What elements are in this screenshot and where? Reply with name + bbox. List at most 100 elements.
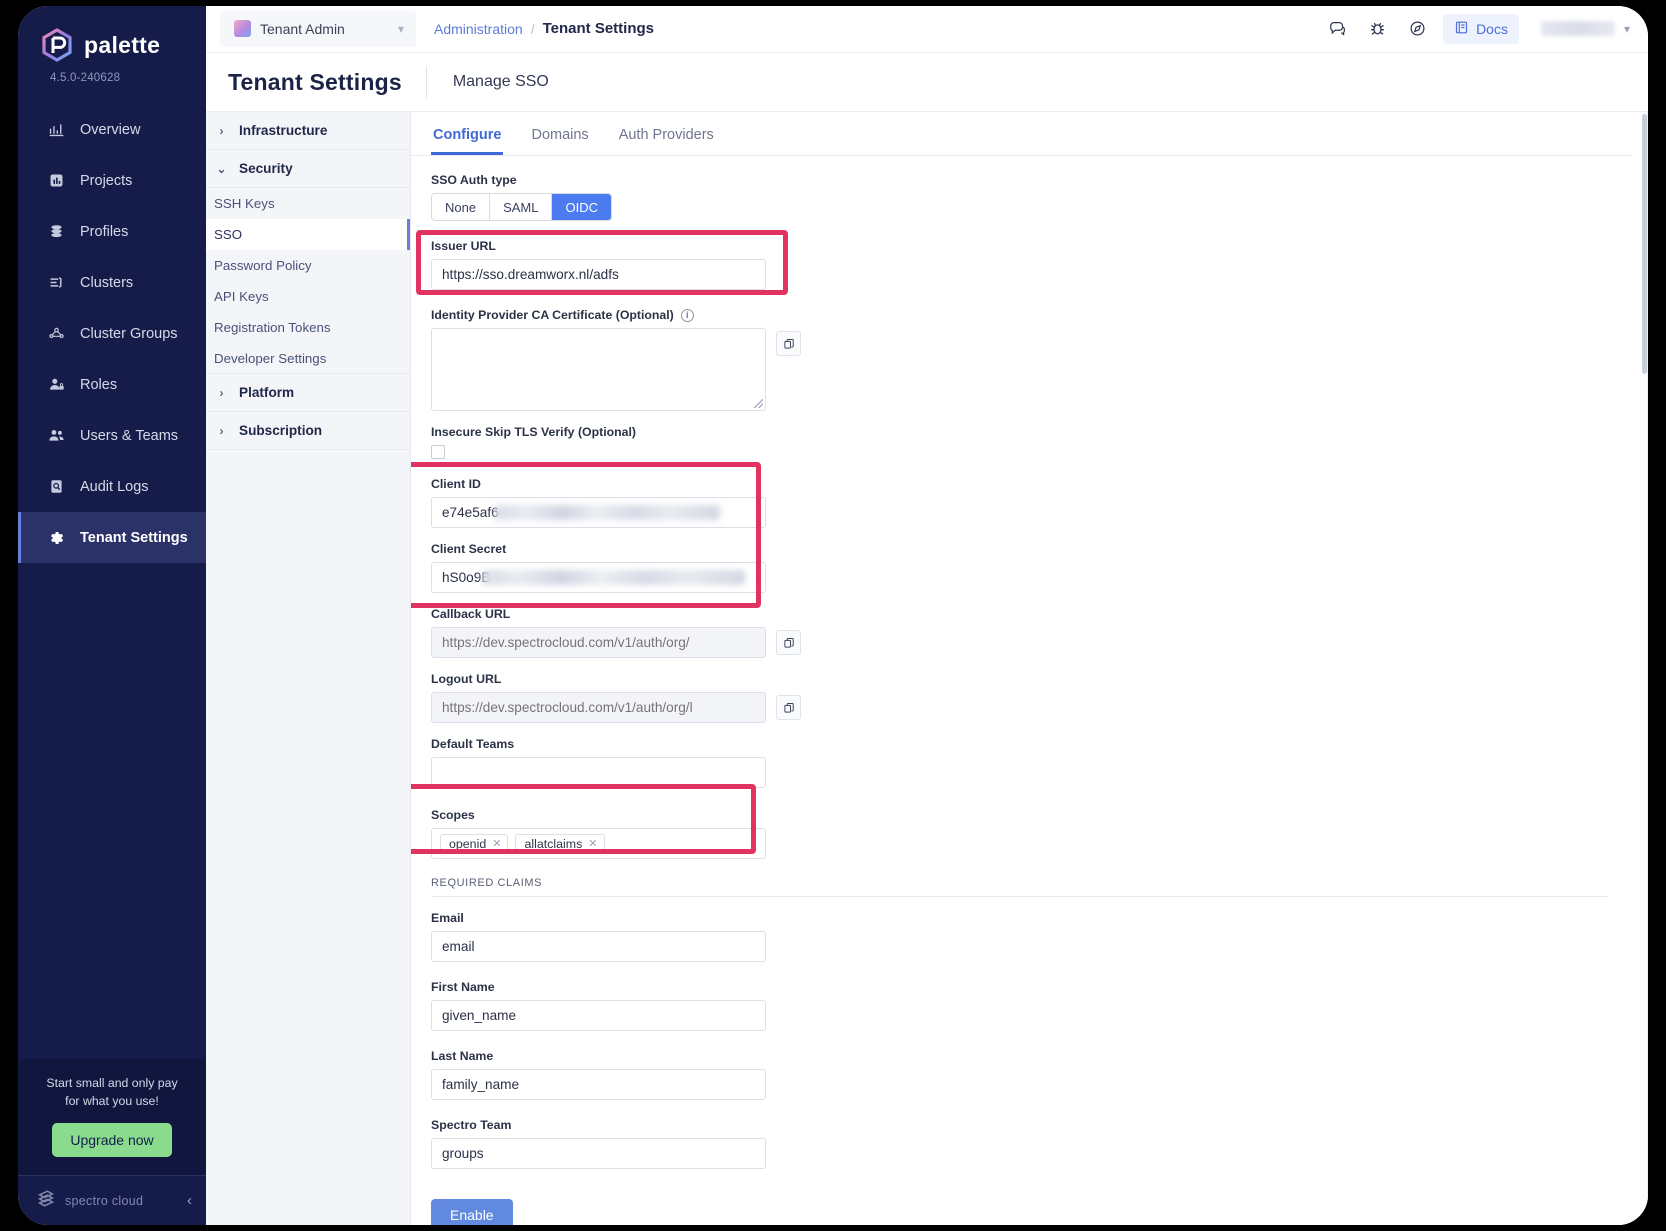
- issuer-url-group: Issuer URL https://sso.dreamworx.nl/adfs: [431, 239, 1628, 290]
- settings-item-developer-settings[interactable]: Developer Settings: [206, 343, 410, 374]
- idp-ca-cert-textarea[interactable]: [431, 328, 766, 411]
- copy-icon[interactable]: [776, 630, 801, 655]
- callback-url-group: Callback URL: [431, 607, 1628, 658]
- settings-item-ssh-keys[interactable]: SSH Keys: [206, 188, 410, 219]
- sidebar-item-roles[interactable]: Roles: [18, 359, 206, 410]
- sidebar-item-profiles[interactable]: Profiles: [18, 206, 206, 257]
- client-id-input[interactable]: e74e5af6-: [431, 497, 766, 528]
- settings-group-subscription[interactable]: › Subscription: [206, 412, 410, 450]
- idp-ca-cert-label: Identity Provider CA Certificate (Option…: [431, 308, 1628, 322]
- settings-item-sso[interactable]: SSO: [206, 219, 410, 250]
- bug-icon[interactable]: [1359, 12, 1395, 46]
- sidebar-item-label: Overview: [80, 122, 140, 138]
- sso-auth-type-none[interactable]: None: [432, 194, 490, 220]
- default-teams-input[interactable]: [431, 757, 766, 788]
- scope-chip-label: openid: [449, 837, 486, 851]
- tenant-selector[interactable]: Tenant Admin ▾: [220, 11, 416, 47]
- users-teams-icon: [46, 426, 66, 446]
- client-id-redacted: [495, 505, 720, 520]
- copy-icon[interactable]: [776, 331, 801, 356]
- sidebar-item-label: Users & Teams: [80, 428, 178, 444]
- issuer-url-label: Issuer URL: [431, 239, 1628, 253]
- brand-name: palette: [84, 32, 160, 59]
- insecure-skip-tls-checkbox[interactable]: [431, 445, 445, 459]
- scopes-input[interactable]: openid ✕ allatclaims ✕: [431, 828, 766, 859]
- sidebar-item-overview[interactable]: Overview: [18, 104, 206, 155]
- settings-item-registration-tokens[interactable]: Registration Tokens: [206, 312, 410, 343]
- settings-item-password-policy[interactable]: Password Policy: [206, 250, 410, 281]
- scrollbar-thumb[interactable]: [1642, 114, 1647, 374]
- sidebar-nav: Overview Projects Profiles Clusters: [18, 104, 206, 563]
- tenant-avatar-icon: [234, 20, 251, 37]
- idp-ca-cert-label-text: Identity Provider CA Certificate (Option…: [431, 308, 674, 322]
- last-name-claim-group: Last Name family_name: [431, 1049, 1628, 1100]
- logout-url-row: [431, 692, 1628, 723]
- sidebar-item-tenant-settings[interactable]: Tenant Settings: [18, 512, 206, 563]
- first-name-claim-label: First Name: [431, 980, 1628, 994]
- sidebar-item-audit-logs[interactable]: Audit Logs: [18, 461, 206, 512]
- seg-label: OIDC: [565, 200, 598, 215]
- user-menu[interactable]: ▾: [1533, 14, 1638, 44]
- brand[interactable]: palette: [18, 6, 206, 62]
- tab-label: Configure: [433, 127, 501, 143]
- required-claims-title: REQUIRED CLAIMS: [431, 877, 1608, 897]
- first-name-claim-input[interactable]: given_name: [431, 1000, 766, 1031]
- user-name-redacted: [1541, 21, 1615, 36]
- sso-auth-type-oidc[interactable]: OIDC: [552, 194, 611, 220]
- chevron-down-icon: ▾: [398, 22, 404, 36]
- tab-auth-providers[interactable]: Auth Providers: [617, 112, 716, 155]
- cluster-groups-icon: [46, 324, 66, 344]
- settings-group-label: Platform: [239, 385, 294, 400]
- tab-domains[interactable]: Domains: [529, 112, 590, 155]
- chat-icon[interactable]: [1319, 12, 1355, 46]
- breadcrumb-administration[interactable]: Administration: [434, 21, 523, 37]
- close-icon[interactable]: ✕: [492, 837, 501, 850]
- copy-icon[interactable]: [776, 695, 801, 720]
- email-claim-input[interactable]: email: [431, 931, 766, 962]
- client-secret-label: Client Secret: [431, 542, 1628, 556]
- upgrade-promo: Start small and only pay for what you us…: [18, 1059, 206, 1175]
- app-window: palette 4.5.0-240628 Overview Projects: [18, 6, 1648, 1225]
- scope-chip: openid ✕: [440, 834, 508, 854]
- sidebar-item-cluster-groups[interactable]: Cluster Groups: [18, 308, 206, 359]
- client-secret-redacted: [482, 570, 745, 585]
- compass-icon[interactable]: [1399, 12, 1435, 46]
- close-icon[interactable]: ✕: [588, 837, 597, 850]
- settings-item-api-keys[interactable]: API Keys: [206, 281, 410, 312]
- settings-nav: › Infrastructure ⌄ Security SSH Keys SSO…: [206, 112, 411, 1225]
- chevron-left-icon[interactable]: ‹: [187, 1192, 192, 1209]
- callback-url-input[interactable]: [431, 627, 766, 658]
- client-secret-input[interactable]: hS0o9B: [431, 562, 766, 593]
- top-bar: Tenant Admin ▾ Administration / Tenant S…: [206, 6, 1648, 53]
- gear-icon: [46, 528, 66, 548]
- content-scrollbar[interactable]: [1641, 112, 1648, 1225]
- company-name: spectro cloud: [65, 1194, 143, 1208]
- callback-url-row: [431, 627, 1628, 658]
- last-name-claim-input[interactable]: family_name: [431, 1069, 766, 1100]
- settings-group-security[interactable]: ⌄ Security: [206, 150, 410, 188]
- info-icon[interactable]: i: [681, 309, 694, 322]
- sidebar-item-users-teams[interactable]: Users & Teams: [18, 410, 206, 461]
- sidebar-item-clusters[interactable]: Clusters: [18, 257, 206, 308]
- scopes-group: Scopes openid ✕ allatclaims ✕: [431, 808, 1628, 859]
- clusters-icon: [46, 273, 66, 293]
- issuer-url-input[interactable]: https://sso.dreamworx.nl/adfs: [431, 259, 766, 290]
- enable-button[interactable]: Enable: [431, 1199, 513, 1225]
- settings-group-infrastructure[interactable]: › Infrastructure: [206, 112, 410, 150]
- main-area: Tenant Admin ▾ Administration / Tenant S…: [206, 6, 1648, 1225]
- seg-label: SAML: [503, 200, 538, 215]
- spectro-team-claim-input[interactable]: groups: [431, 1138, 766, 1169]
- tab-configure[interactable]: Configure: [431, 112, 503, 155]
- body-row: › Infrastructure ⌄ Security SSH Keys SSO…: [206, 112, 1648, 1225]
- seg-label: None: [445, 200, 476, 215]
- settings-group-platform[interactable]: › Platform: [206, 374, 410, 412]
- docs-button[interactable]: Docs: [1443, 14, 1519, 44]
- settings-group-label: Subscription: [239, 423, 322, 438]
- scope-chip: allatclaims ✕: [515, 834, 604, 854]
- logout-url-input[interactable]: [431, 692, 766, 723]
- sso-auth-type-saml[interactable]: SAML: [490, 194, 552, 220]
- upgrade-now-button[interactable]: Upgrade now: [52, 1123, 171, 1157]
- sidebar-item-label: Profiles: [80, 224, 128, 240]
- audit-logs-icon: [46, 477, 66, 497]
- sidebar-item-projects[interactable]: Projects: [18, 155, 206, 206]
